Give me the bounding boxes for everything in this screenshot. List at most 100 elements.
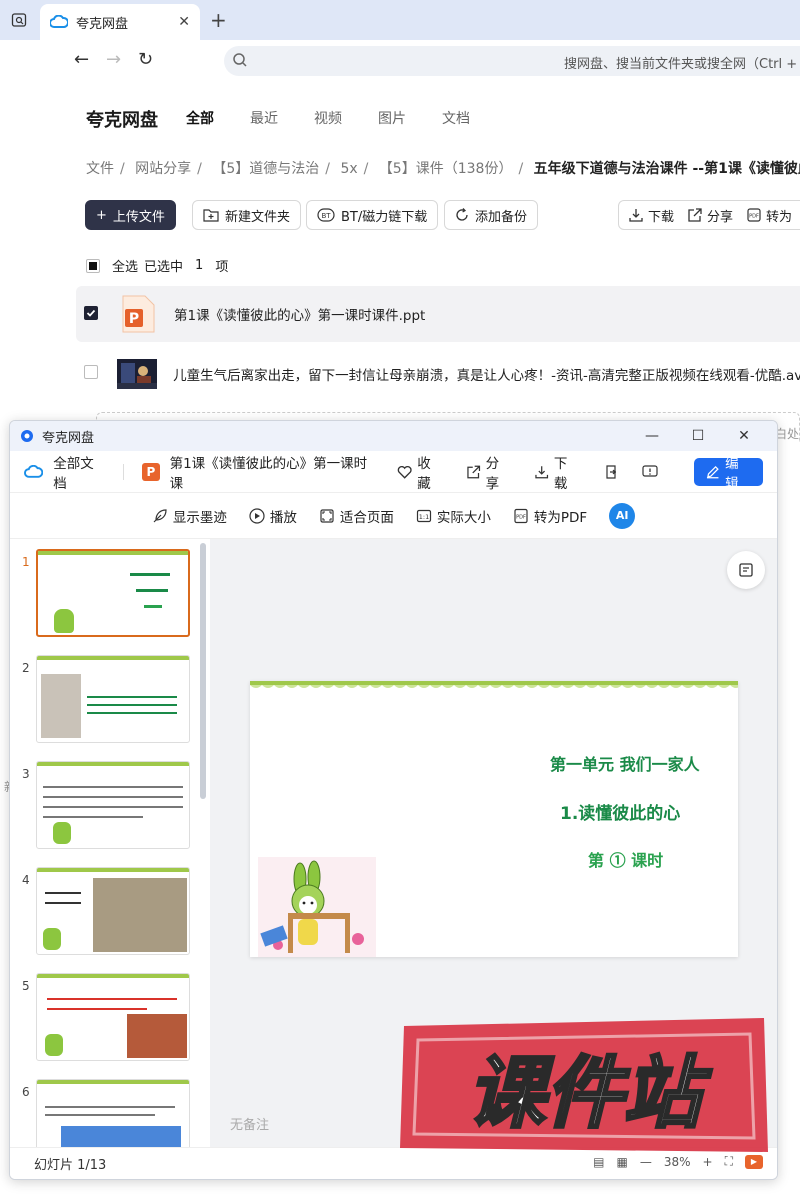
file-checkbox[interactable]	[84, 306, 98, 320]
tab-docs[interactable]: 文档	[442, 108, 470, 128]
breadcrumb-item[interactable]: 【5】道德与法治	[212, 161, 319, 177]
add-backup-button[interactable]: 添加备份	[444, 200, 539, 230]
breadcrumb-item[interactable]: 5x	[340, 161, 357, 177]
preview-tools: 显示墨迹 播放 适合页面 1:1 实际大小 PDF 转为PDF AI	[10, 493, 777, 539]
heart-icon	[397, 465, 412, 479]
close-tab-icon[interactable]: ✕	[178, 14, 190, 30]
actual-size-button[interactable]: 1:1 实际大小	[416, 506, 491, 526]
play-slideshow-icon[interactable]: ▶	[745, 1154, 763, 1169]
grid-view-icon[interactable]: ▦	[617, 1155, 628, 1169]
fullscreen-icon[interactable]: ⛶	[725, 1154, 733, 1169]
play-button[interactable]: 播放	[249, 506, 297, 526]
tab-image[interactable]: 图片	[378, 108, 406, 128]
zoom-out-icon[interactable]: —	[640, 1155, 652, 1169]
file-row[interactable]: P 第1课《读懂彼此的心》第一课时课件.ppt	[76, 286, 800, 342]
slide-number: 4	[22, 873, 30, 887]
file-row[interactable]: 儿童生气后离家出走，留下一封信让母亲崩溃，真是让人心疼！-资讯-高清完整正版视频…	[76, 346, 800, 402]
select-all-checkbox[interactable]	[86, 258, 100, 273]
share-button[interactable]: 分享	[688, 206, 733, 225]
to-pdf-button[interactable]: PDF 转为	[747, 206, 792, 225]
ppt-file-icon: P	[118, 294, 158, 334]
breadcrumb-item[interactable]: 网站分享	[135, 161, 191, 177]
breadcrumb-item[interactable]: 【5】课件（138份）	[379, 161, 513, 177]
slide-thumbnail[interactable]: 6	[22, 1079, 202, 1149]
file-toolbar: + 上传文件 新建文件夹 BT BT/磁力链下载 添加备份 下载 分享 PDF …	[0, 200, 800, 232]
play-label: 播放	[269, 509, 297, 526]
app-title: 夸克网盘	[86, 110, 158, 131]
preview-share-button[interactable]: 分享	[467, 452, 511, 492]
preview-window-title: 夸克网盘	[42, 430, 95, 446]
fit-page-button[interactable]: 适合页面	[319, 506, 394, 526]
minimize-icon[interactable]: —	[629, 428, 675, 444]
forward-icon[interactable]: →	[106, 49, 121, 70]
address-placeholder: 搜网盘、搜当前文件夹或搜全网（Ctrl + F）	[564, 57, 800, 72]
address-bar-row: ← → ↻ 搜网盘、搜当前文件夹或搜全网（Ctrl + F）	[0, 40, 800, 82]
tab-title: 夸克网盘	[76, 16, 129, 32]
back-icon[interactable]: ←	[74, 49, 89, 70]
file-name[interactable]: 第1课《读懂彼此的心》第一课时课件.ppt	[174, 304, 425, 324]
slide-number: 2	[22, 661, 30, 675]
breadcrumb-item[interactable]: 文件	[86, 161, 114, 177]
zoom-in-icon[interactable]: +	[703, 1155, 713, 1169]
feedback-icon[interactable]	[642, 464, 658, 479]
favorite-button[interactable]: 收藏	[397, 452, 443, 492]
preview-download-button[interactable]: 下载	[535, 452, 579, 492]
tab-search-icon[interactable]	[6, 8, 32, 32]
edit-label: 编辑	[725, 455, 739, 492]
fit-page-label: 适合页面	[339, 509, 394, 526]
category-tabs: 全部 最近 视频 图片 文档	[186, 108, 470, 128]
show-ink-button[interactable]: 显示墨迹	[152, 506, 227, 526]
doc-title: 第1课《读懂彼此的心》第一课时课	[169, 455, 368, 492]
slide-thumbnail[interactable]: 3	[22, 761, 202, 857]
plus-icon: +	[96, 207, 107, 223]
all-docs-link[interactable]: 全部文档	[53, 452, 105, 492]
slide-number: 6	[22, 1085, 30, 1099]
actual-size-label: 实际大小	[436, 509, 491, 526]
download-button[interactable]: 下载	[629, 206, 674, 225]
tab-video[interactable]: 视频	[314, 108, 342, 128]
export-icon[interactable]	[604, 464, 618, 479]
note-view-icon[interactable]: ▤	[593, 1155, 604, 1169]
file-name[interactable]: 儿童生气后离家出走，留下一封信让母亲崩溃，真是让人心疼！-资讯-高清完整正版视频…	[173, 364, 800, 384]
download-icon	[629, 209, 643, 222]
notes-placeholder: 无备注	[230, 1118, 270, 1133]
convert-pdf-button[interactable]: PDF 转为PDF	[513, 506, 587, 526]
cloud-icon	[24, 464, 44, 478]
ocr-float-button[interactable]	[727, 551, 765, 589]
browser-tab[interactable]: 夸克网盘 ✕	[40, 4, 200, 40]
new-folder-label: 新建文件夹	[225, 209, 291, 225]
bt-download-button[interactable]: BT BT/磁力链下载	[306, 200, 439, 230]
bt-download-label: BT/磁力链下载	[341, 209, 428, 225]
reload-icon[interactable]: ↻	[138, 49, 153, 70]
share-icon	[688, 208, 702, 222]
upload-button[interactable]: + 上传文件	[85, 200, 176, 230]
bt-icon: BT	[317, 208, 335, 222]
slide-counter: 幻灯片 1/13	[34, 1158, 107, 1173]
download-icon	[535, 465, 549, 478]
svg-text:PDF: PDF	[516, 514, 526, 520]
thumbnail-scrollbar[interactable]	[200, 543, 206, 799]
scan-text-icon	[739, 563, 753, 577]
address-input[interactable]: 搜网盘、搜当前文件夹或搜全网（Ctrl + F）	[224, 46, 800, 76]
new-folder-button[interactable]: 新建文件夹	[192, 200, 302, 230]
slide-title: 1.读懂彼此的心	[560, 804, 681, 824]
slide-thumbnail[interactable]: 1	[22, 549, 202, 645]
download-label: 下载	[648, 209, 675, 225]
tab-all[interactable]: 全部	[186, 108, 214, 128]
selected-count: 1	[195, 258, 204, 273]
maximize-icon[interactable]: ☐	[675, 428, 721, 444]
svg-text:PDF: PDF	[749, 214, 759, 220]
tab-recent[interactable]: 最近	[250, 108, 278, 128]
edit-button[interactable]: 编辑	[693, 456, 764, 492]
ai-assistant-button[interactable]: AI	[609, 502, 636, 529]
close-window-icon[interactable]: ✕	[721, 428, 767, 444]
to-pdf-label: 转为	[766, 209, 793, 225]
slide-thumbnail[interactable]: 4	[22, 867, 202, 963]
new-tab-icon[interactable]: +	[210, 8, 227, 32]
breadcrumb-current: 五年级下道德与法治课件 --第1课《读懂彼此的心	[533, 161, 800, 177]
quark-cloud-icon	[50, 15, 68, 28]
file-checkbox[interactable]	[84, 365, 98, 379]
slide-thumbnail[interactable]: 5	[22, 973, 202, 1069]
preview-header: 全部文档 P 第1课《读懂彼此的心》第一课时课 收藏 分享 下载 编辑	[10, 451, 777, 493]
slide-thumbnail[interactable]: 2	[22, 655, 202, 751]
